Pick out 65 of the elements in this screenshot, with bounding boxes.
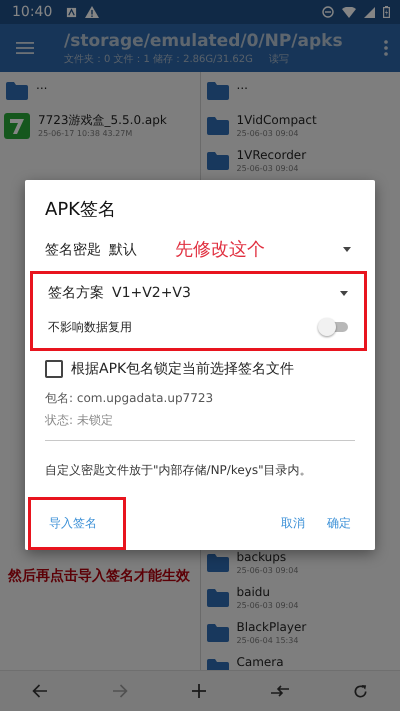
file-item[interactable]: Camera: [200, 651, 400, 670]
annotation-text: 先修改这个: [175, 238, 265, 262]
file-meta: 25-06-03 09:04: [236, 128, 300, 139]
access-mode: 读写: [268, 52, 289, 66]
file-name: backups: [236, 550, 288, 565]
refresh-icon[interactable]: [352, 684, 368, 698]
file-name: baidu: [236, 585, 272, 600]
file-name: 1VRecorder: [236, 148, 306, 163]
folder-icon: [206, 152, 228, 170]
file-meta: 25-06-03 09:04: [236, 565, 298, 576]
folder-icon: [6, 82, 28, 100]
file-name: ...: [236, 78, 248, 93]
file-name: 7723游戏盒_5.5.0.apk: [38, 113, 167, 128]
annotation-text: 然后再点击导入签名才能生效: [8, 567, 190, 586]
file-item[interactable]: baidu 25-06-03 09:04: [200, 581, 400, 616]
file-meta: 25-06-17 10:38 43.27M: [38, 128, 134, 139]
folder-icon: [206, 624, 228, 642]
signal-icon: [364, 6, 375, 18]
menu-icon[interactable]: [16, 42, 34, 54]
package-name: 包名: com.upgadata.up7723: [45, 390, 214, 408]
file-meta: 25-06-03 09:04: [236, 600, 298, 611]
lock-status: 状态: 未锁定: [45, 412, 113, 430]
app-icon: [4, 113, 30, 139]
caret-icon: [340, 290, 348, 296]
file-item[interactable]: 7723游戏盒_5.5.0.apk 25-06-17 10:38 43.27M: [0, 109, 200, 144]
checkbox[interactable]: [45, 360, 63, 378]
clock: 10:40: [12, 4, 52, 20]
folder-icon: [206, 554, 228, 572]
more-icon[interactable]: [384, 40, 388, 56]
file-meta: 25-06-03 09:04: [236, 163, 300, 174]
folder-icon: [206, 117, 228, 135]
file-name: ...: [36, 78, 48, 93]
caret-icon: [343, 247, 351, 252]
file-item[interactable]: BlackPlayer 25-06-04 15:34: [200, 616, 400, 651]
folder-icon: [206, 589, 228, 607]
do-not-disturb-icon: [322, 6, 334, 18]
toggle-label: 不影响数据复用: [48, 318, 133, 336]
import-button[interactable]: 导入签名: [45, 509, 101, 538]
file-item[interactable]: 1VRecorder 25-06-03 09:04: [200, 144, 400, 179]
file-item[interactable]: 1VidCompact 25-06-03 09:04: [200, 109, 400, 144]
wifi-icon: [342, 6, 356, 18]
back-icon[interactable]: [32, 684, 48, 698]
notification-icon: [66, 6, 78, 18]
folder-icon: [206, 82, 228, 100]
warning-icon: [85, 6, 100, 18]
dialog-title: APK签名: [45, 198, 116, 222]
file-name: BlackPlayer: [236, 620, 306, 635]
scheme-dropdown[interactable]: 签名方案 V1+V2+V3: [48, 274, 352, 312]
file-name: Camera: [236, 655, 284, 670]
plus-icon[interactable]: [192, 684, 206, 698]
cancel-button[interactable]: 取消: [277, 509, 309, 538]
path-title: /storage/emulated/0/NP/apks: [64, 30, 344, 52]
file-meta: 25-06-04 15:34: [236, 635, 300, 646]
swap-icon[interactable]: [270, 684, 289, 698]
checkbox-label: 根据APK包名锁定当前选择签名文件: [71, 360, 294, 378]
file-item[interactable]: ...: [200, 74, 400, 109]
battery-icon: [383, 6, 390, 18]
hint-text: 自定义密匙文件放于"内部存储/NP/keys"目录内。: [45, 462, 312, 479]
key-dropdown[interactable]: 签名密匙 默认 先修改这个: [45, 232, 355, 268]
file-name: 1VidCompact: [236, 113, 317, 128]
file-item[interactable]: ...: [0, 74, 200, 109]
toggle-switch[interactable]: [318, 318, 348, 336]
ok-button[interactable]: 确定: [323, 509, 355, 538]
file-item[interactable]: backups 25-06-03 09:04: [200, 546, 400, 581]
storage-info: 文件夹：0 文件：1 储存：2.86G/31.62G: [64, 52, 253, 66]
